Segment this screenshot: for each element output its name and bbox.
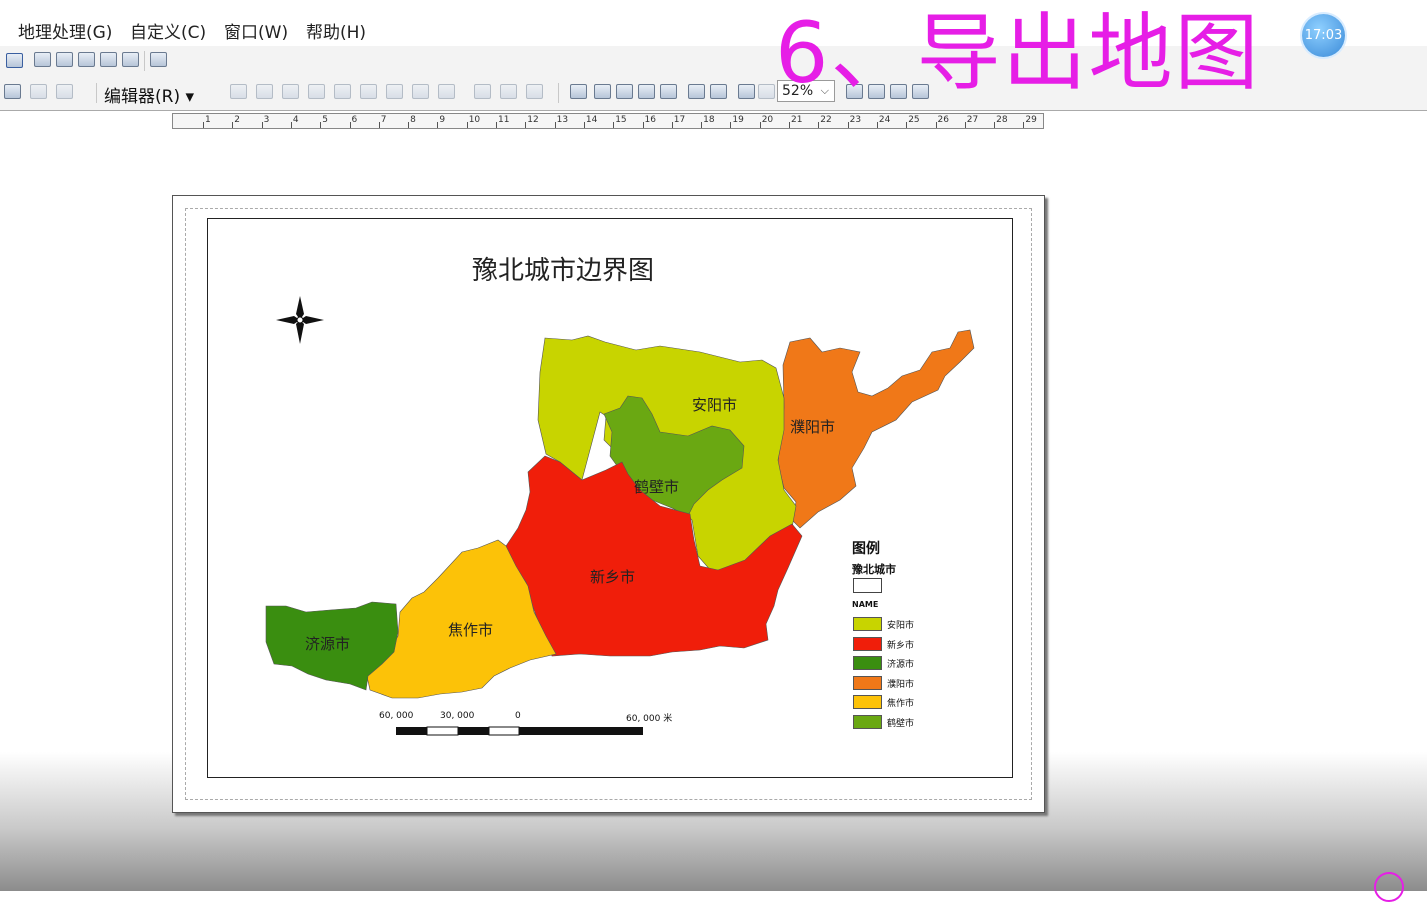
scale-label-zero: 0 (515, 711, 521, 721)
legend-swatch-xinxiang (853, 637, 882, 651)
legend-swatch-hebi (853, 715, 882, 729)
scale-label-mid: 30, 000 (440, 711, 475, 721)
city-label-xinxiang: 新乡市 (590, 568, 636, 586)
legend-label-anyang: 安阳市 (887, 621, 915, 631)
legend-swatch-jiaozuo (853, 695, 882, 709)
legend-outline-swatch (853, 578, 882, 593)
city-label-puyang: 濮阳市 (790, 418, 836, 436)
legend-swatch-jiyuan (853, 656, 882, 670)
city-label-jiaozuo: 焦作市 (448, 621, 494, 639)
scale-bar[interactable] (396, 726, 643, 736)
city-label-anyang: 安阳市 (692, 396, 738, 414)
legend-title: 图例 (852, 541, 880, 557)
legend-label-xinxiang: 新乡市 (887, 641, 915, 651)
legend-label-hebi: 鹤壁市 (887, 719, 915, 729)
city-label-hebi: 鹤壁市 (634, 478, 680, 496)
legend-swatch-puyang (853, 676, 882, 690)
city-label-jiyuan: 济源市 (305, 635, 351, 653)
legend-swatch-anyang (853, 617, 882, 631)
legend-field-name: NAME (852, 600, 879, 609)
north-arrow-icon[interactable] (276, 296, 324, 344)
legend-label-puyang: 濮阳市 (887, 680, 915, 690)
scale-label-left: 60, 000 (379, 711, 414, 721)
map-drawing (265, 296, 975, 736)
legend-layer-name: 豫北城市 (852, 563, 896, 576)
scale-label-right: 60, 000 米 (626, 714, 673, 724)
legend-label-jiyuan: 济源市 (887, 660, 915, 670)
legend-label-jiaozuo: 焦作市 (887, 699, 915, 709)
